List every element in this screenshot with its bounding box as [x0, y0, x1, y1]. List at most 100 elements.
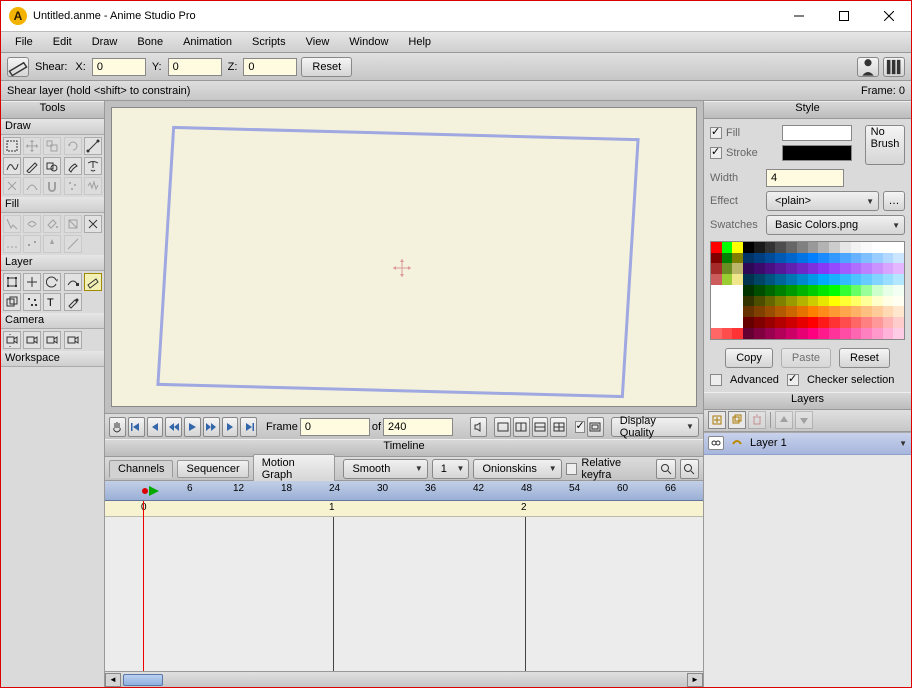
palette-swatch[interactable] [754, 253, 765, 264]
palette-swatch[interactable] [732, 306, 743, 317]
palette-swatch[interactable] [743, 253, 754, 264]
effect-dropdown[interactable]: <plain> [766, 191, 879, 211]
rotate-xy-tool[interactable] [43, 273, 61, 291]
palette-swatch[interactable] [829, 296, 840, 307]
palette-swatch[interactable] [732, 263, 743, 274]
layer-row[interactable]: Layer 1 ▼ [704, 433, 911, 455]
enable-grid-checkbox[interactable] [575, 421, 585, 433]
palette-swatch[interactable] [883, 296, 894, 307]
palette-swatch[interactable] [840, 263, 851, 274]
view-splith-button[interactable] [532, 417, 549, 437]
y-field[interactable] [168, 58, 222, 76]
palette-swatch[interactable] [775, 274, 786, 285]
eyedropper-tool[interactable] [64, 293, 82, 311]
palette-swatch[interactable] [711, 253, 722, 264]
no-brush-button[interactable]: No Brush [865, 125, 905, 165]
palette-swatch[interactable] [722, 296, 733, 307]
palette-swatch[interactable] [883, 242, 894, 253]
palette-swatch[interactable] [722, 253, 733, 264]
palette-swatch[interactable] [743, 263, 754, 274]
palette-swatch[interactable] [743, 328, 754, 339]
interpolation-dropdown[interactable]: Smooth [343, 459, 427, 479]
palette-swatch[interactable] [872, 242, 883, 253]
palette-swatch[interactable] [722, 274, 733, 285]
canvas[interactable] [111, 107, 697, 407]
palette-swatch[interactable] [775, 253, 786, 264]
follow-path-tool[interactable] [64, 273, 82, 291]
stroke-swatch[interactable] [782, 145, 852, 161]
palette-swatch[interactable] [808, 274, 819, 285]
palette-swatch[interactable] [711, 285, 722, 296]
palette-swatch[interactable] [722, 328, 733, 339]
palette-swatch[interactable] [840, 285, 851, 296]
palette-swatch[interactable] [883, 317, 894, 328]
checker-checkbox[interactable] [787, 374, 799, 386]
palette-swatch[interactable] [840, 274, 851, 285]
palette-swatch[interactable] [786, 263, 797, 274]
palette-swatch[interactable] [786, 328, 797, 339]
timeline-ruler[interactable]: 6 12 18 24 30 36 42 48 54 60 66 [105, 481, 703, 501]
maximize-button[interactable] [821, 1, 866, 31]
palette-swatch[interactable] [797, 317, 808, 328]
palette-swatch[interactable] [872, 285, 883, 296]
tab-sequencer[interactable]: Sequencer [177, 460, 248, 478]
z-field[interactable] [243, 58, 297, 76]
palette-swatch[interactable] [711, 317, 722, 328]
palette-swatch[interactable] [883, 285, 894, 296]
palette-swatch[interactable] [829, 274, 840, 285]
scale-points-tool[interactable] [43, 137, 61, 155]
menu-scripts[interactable]: Scripts [242, 34, 296, 50]
insert-text-tool[interactable]: T [43, 293, 61, 311]
stroke-exposure-tool[interactable] [43, 235, 61, 253]
pan-workspace-button[interactable] [109, 417, 126, 437]
palette-swatch[interactable] [775, 263, 786, 274]
palette-swatch[interactable] [818, 317, 829, 328]
color-palette[interactable] [710, 241, 905, 340]
palette-swatch[interactable] [818, 285, 829, 296]
forward-end-button[interactable] [240, 417, 257, 437]
palette-swatch[interactable] [851, 306, 862, 317]
palette-swatch[interactable] [872, 274, 883, 285]
new-layer-button[interactable] [708, 411, 726, 429]
palette-swatch[interactable] [851, 296, 862, 307]
palette-swatch[interactable] [775, 317, 786, 328]
reset-button[interactable]: Reset [301, 57, 352, 77]
palette-swatch[interactable] [775, 306, 786, 317]
palette-swatch[interactable] [775, 328, 786, 339]
palette-swatch[interactable] [732, 285, 743, 296]
timeline-menu-button[interactable] [680, 459, 699, 479]
palette-swatch[interactable] [765, 285, 776, 296]
move-layer-down-button[interactable] [795, 411, 813, 429]
palette-swatch[interactable] [754, 242, 765, 253]
step-dropdown[interactable]: 1 [432, 459, 470, 479]
view-single-button[interactable] [494, 417, 511, 437]
menu-bone[interactable]: Bone [127, 34, 173, 50]
palette-swatch[interactable] [711, 306, 722, 317]
playhead-icon[interactable] [141, 484, 161, 501]
palette-swatch[interactable] [818, 242, 829, 253]
paintbrush-tool[interactable] [64, 157, 82, 175]
palette-swatch[interactable] [797, 296, 808, 307]
menu-animation[interactable]: Animation [173, 34, 242, 50]
palette-swatch[interactable] [732, 274, 743, 285]
palette-swatch[interactable] [808, 253, 819, 264]
palette-swatch[interactable] [893, 306, 904, 317]
palette-swatch[interactable] [797, 242, 808, 253]
palette-swatch[interactable] [872, 317, 883, 328]
jump-forward-button[interactable] [203, 417, 220, 437]
palette-swatch[interactable] [851, 253, 862, 264]
palette-swatch[interactable] [840, 242, 851, 253]
display-quality-dropdown[interactable]: Display Quality [611, 417, 699, 437]
palette-swatch[interactable] [861, 274, 872, 285]
palette-swatch[interactable] [893, 242, 904, 253]
palette-swatch[interactable] [743, 285, 754, 296]
palette-swatch[interactable] [893, 296, 904, 307]
palette-swatch[interactable] [893, 253, 904, 264]
palette-swatch[interactable] [786, 306, 797, 317]
safe-zones-button[interactable] [587, 417, 604, 437]
palette-swatch[interactable] [818, 296, 829, 307]
palette-swatch[interactable] [840, 296, 851, 307]
tab-channels[interactable]: Channels [109, 460, 173, 478]
zoom-camera-tool[interactable] [23, 331, 41, 349]
palette-swatch[interactable] [808, 263, 819, 274]
